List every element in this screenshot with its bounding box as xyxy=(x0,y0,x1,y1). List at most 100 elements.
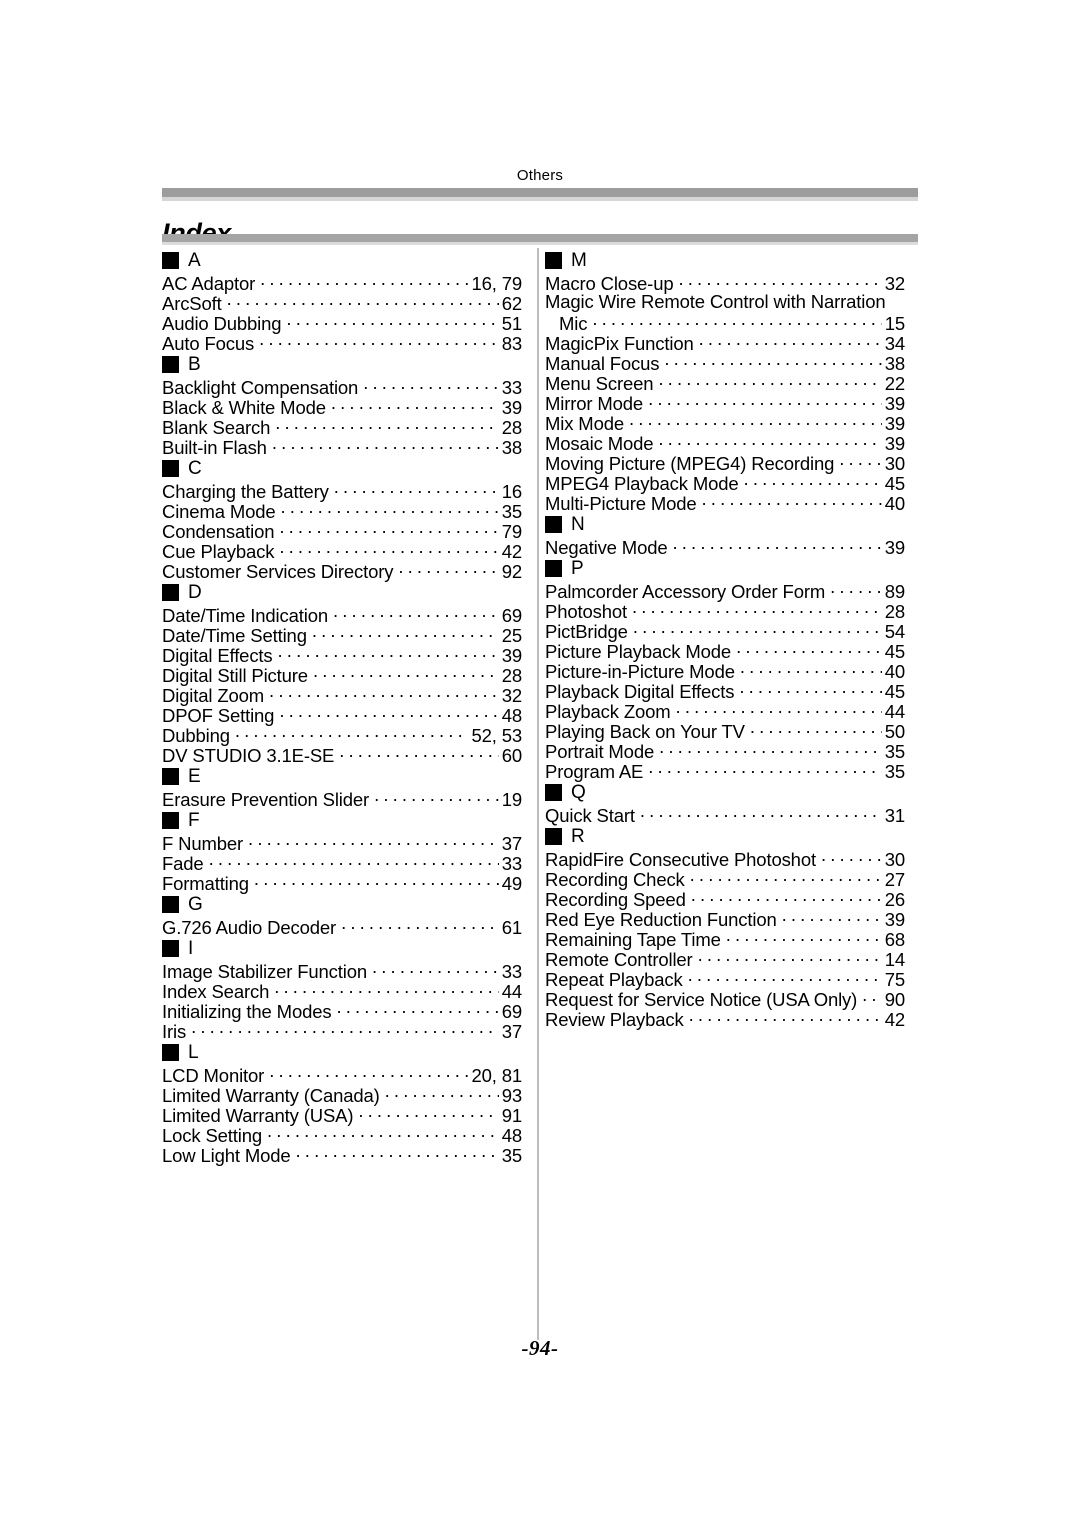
index-entry[interactable]: Picture-in-Picture Mode 40 xyxy=(545,660,905,682)
index-entry[interactable]: Iris 37 xyxy=(162,1020,522,1042)
dot-leader xyxy=(690,868,882,886)
index-entry-page: 69 xyxy=(501,605,522,626)
index-entry[interactable]: Initializing the Modes 69 xyxy=(162,1000,522,1022)
index-entry-page: 61 xyxy=(501,917,522,938)
index-entry[interactable]: LCD Monitor 20, 81 xyxy=(162,1064,522,1086)
index-entry[interactable]: Low Light Mode 35 xyxy=(162,1144,522,1166)
index-entry[interactable]: Playback Zoom 44 xyxy=(545,700,905,722)
dot-leader xyxy=(374,788,499,806)
index-entry[interactable]: Limited Warranty (Canada) 93 xyxy=(162,1084,522,1106)
index-entry[interactable]: Photoshot 28 xyxy=(545,600,905,622)
index-entry[interactable]: Image Stabilizer Function 33 xyxy=(162,960,522,982)
index-entry[interactable]: MagicPix Function 34 xyxy=(545,332,905,354)
index-entry[interactable]: Moving Picture (MPEG4) Recording 30 xyxy=(545,452,905,474)
index-entry[interactable]: Condensation 79 xyxy=(162,520,522,542)
index-entry[interactable]: Digital Zoom 32 xyxy=(162,684,522,706)
index-letter-heading: R xyxy=(545,824,905,848)
black-square-icon xyxy=(162,583,179,601)
index-entry-title: Cinema Mode xyxy=(162,501,276,522)
index-entry[interactable]: Recording Speed 26 xyxy=(545,888,905,910)
index-entry-title-line[interactable]: Magic Wire Remote Control with Narration xyxy=(545,292,905,312)
index-entry[interactable]: PictBridge 54 xyxy=(545,620,905,642)
index-letter-heading: F xyxy=(162,808,522,832)
index-entry-page: 33 xyxy=(501,961,522,982)
index-entry[interactable]: Quick Start 31 xyxy=(545,804,905,826)
index-entry[interactable]: Fade 33 xyxy=(162,852,522,874)
index-entry[interactable]: Black & White Mode 39 xyxy=(162,396,522,418)
index-entry-title: Repeat Playback xyxy=(545,969,683,990)
index-entry-title: Digital Effects xyxy=(162,645,273,666)
index-entry[interactable]: Menu Screen 22 xyxy=(545,372,905,394)
index-entry-title: Blank Search xyxy=(162,417,271,438)
index-entry-title: Playback Digital Effects xyxy=(545,681,735,702)
index-entry[interactable]: Cue Playback 42 xyxy=(162,540,522,562)
index-entry[interactable]: Red Eye Reduction Function 39 xyxy=(545,908,905,930)
index-entry[interactable]: ArcSoft 62 xyxy=(162,292,522,314)
index-entry-page: 49 xyxy=(501,873,522,894)
index-entry[interactable]: Macro Close-up32 xyxy=(545,272,905,294)
index-entry-title: Digital Still Picture xyxy=(162,665,308,686)
index-entry-title: Picture Playback Mode xyxy=(545,641,732,662)
index-entry[interactable]: Lock Setting 48 xyxy=(162,1124,522,1146)
index-entry-page: 31 xyxy=(884,805,905,826)
index-entry[interactable]: G.726 Audio Decoder 61 xyxy=(162,916,522,938)
index-entry-title: Mic xyxy=(559,313,588,334)
index-entry[interactable]: Backlight Compensation 33 xyxy=(162,376,522,398)
index-entry[interactable]: Blank Search 28 xyxy=(162,416,522,438)
index-entry[interactable]: Audio Dubbing 51 xyxy=(162,312,522,334)
index-entry-title: Built-in Flash xyxy=(162,437,267,458)
index-entry[interactable]: DV STUDIO 3.1E-SE 60 xyxy=(162,744,522,766)
index-entry[interactable]: Review Playback 42 xyxy=(545,1008,905,1030)
index-entry[interactable]: Index Search 44 xyxy=(162,980,522,1002)
index-entry[interactable]: F Number 37 xyxy=(162,832,522,854)
index-entry[interactable]: Erasure Prevention Slider 19 xyxy=(162,788,522,810)
index-entry[interactable]: MPEG4 Playback Mode 45 xyxy=(545,472,905,494)
index-entry[interactable]: Mix Mode 39 xyxy=(545,412,905,434)
index-entry[interactable]: RapidFire Consecutive Photoshot 30 xyxy=(545,848,905,870)
index-entry[interactable]: Remaining Tape Time 68 xyxy=(545,928,905,950)
index-entry[interactable]: Repeat Playback 75 xyxy=(545,968,905,990)
dot-leader xyxy=(839,452,881,470)
index-entry[interactable]: Digital Still Picture 28 xyxy=(162,664,522,686)
index-entry[interactable]: Picture Playback Mode 45 xyxy=(545,640,905,662)
index-entry[interactable]: Manual Focus 38 xyxy=(545,352,905,374)
index-entry[interactable]: Portrait Mode 35 xyxy=(545,740,905,762)
index-entry[interactable]: Formatting 49 xyxy=(162,872,522,894)
index-letter-heading: A xyxy=(162,248,522,272)
index-entry-title: Moving Picture (MPEG4) Recording xyxy=(545,453,835,474)
index-entry[interactable]: Auto Focus 83 xyxy=(162,332,522,354)
index-entry[interactable]: Digital Effects 39 xyxy=(162,644,522,666)
index-entry[interactable]: Multi-Picture Mode 40 xyxy=(545,492,905,514)
index-entry-title: Request for Service Notice (USA Only) xyxy=(545,989,858,1010)
index-entry[interactable]: Palmcorder Accessory Order Form 89 xyxy=(545,580,905,602)
index-entry-title: Initializing the Modes xyxy=(162,1001,332,1022)
index-entry[interactable]: Mosaic Mode 39 xyxy=(545,432,905,454)
index-entry-page: 42 xyxy=(501,541,522,562)
index-entry[interactable]: Date/Time Indication 69 xyxy=(162,604,522,626)
index-entry[interactable]: Recording Check 27 xyxy=(545,868,905,890)
index-entry[interactable]: Remote Controller 14 xyxy=(545,948,905,970)
dot-leader xyxy=(279,520,498,538)
index-entry-page: 38 xyxy=(884,353,905,374)
index-entry-title: Date/Time Indication xyxy=(162,605,328,626)
index-entry[interactable]: DPOF Setting 48 xyxy=(162,704,522,726)
index-entry-title: Playback Zoom xyxy=(545,701,671,722)
index-entry[interactable]: Dubbing 52, 53 xyxy=(162,724,522,746)
index-entry-page: 60 xyxy=(501,745,522,766)
index-entry[interactable]: Request for Service Notice (USA Only) 90 xyxy=(545,988,905,1010)
index-entry[interactable]: Mic 15 xyxy=(545,312,905,334)
index-letter-heading: E xyxy=(162,764,522,788)
index-entry[interactable]: Limited Warranty (USA) 91 xyxy=(162,1104,522,1126)
index-entry[interactable]: Date/Time Setting 25 xyxy=(162,624,522,646)
index-entry-title: Limited Warranty (Canada) xyxy=(162,1085,380,1106)
index-entry[interactable]: AC Adaptor 16, 79 xyxy=(162,272,522,294)
index-entry[interactable]: Program AE 35 xyxy=(545,760,905,782)
index-entry[interactable]: Negative Mode 39 xyxy=(545,536,905,558)
index-entry[interactable]: Customer Services Directory 92 xyxy=(162,560,522,582)
index-entry[interactable]: Playing Back on Your TV 50 xyxy=(545,720,905,742)
index-entry[interactable]: Cinema Mode 35 xyxy=(162,500,522,522)
index-entry[interactable]: Built-in Flash 38 xyxy=(162,436,522,458)
index-entry[interactable]: Mirror Mode 39 xyxy=(545,392,905,414)
index-entry[interactable]: Charging the Battery 16 xyxy=(162,480,522,502)
index-entry[interactable]: Playback Digital Effects 45 xyxy=(545,680,905,702)
